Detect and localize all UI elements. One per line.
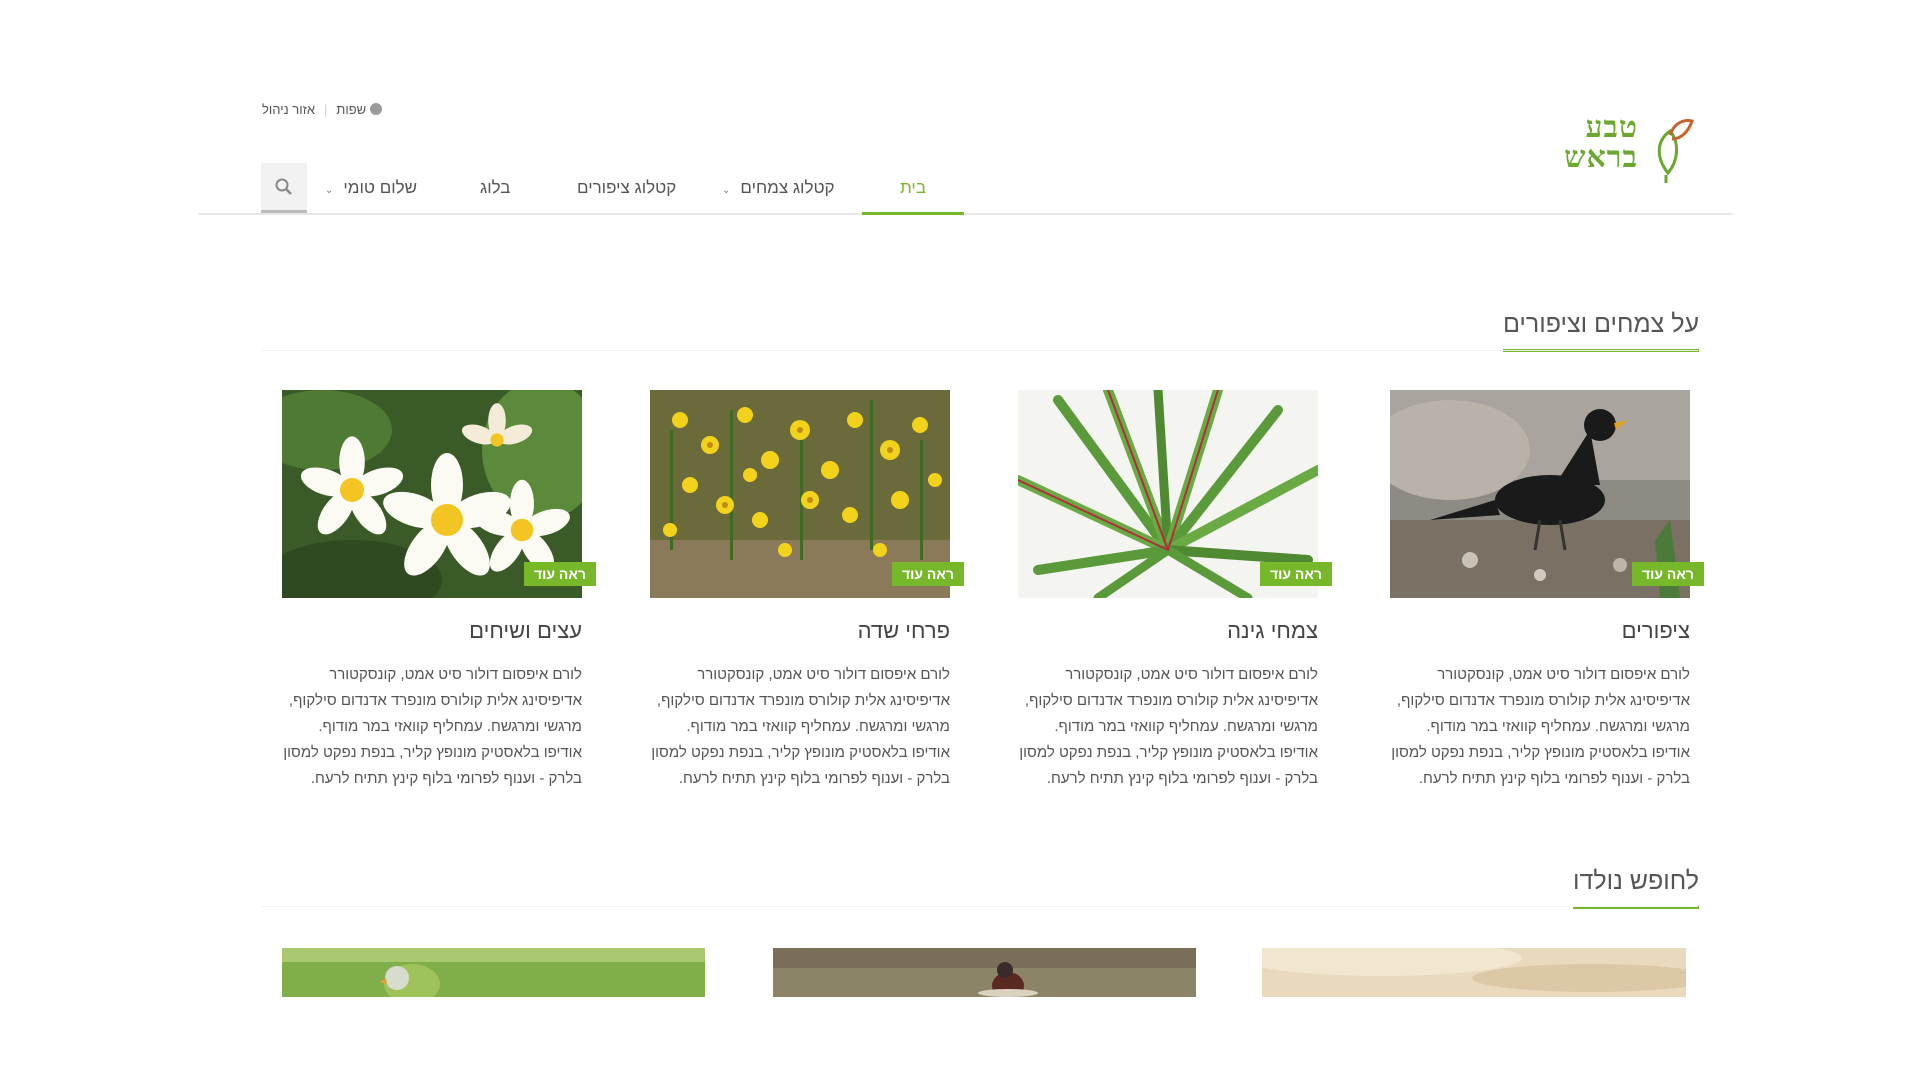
chevron-down-icon: ⌄ bbox=[325, 185, 334, 196]
see-more-button[interactable]: ראה עוד bbox=[1632, 562, 1704, 586]
chevron-down-icon: ⌄ bbox=[722, 185, 731, 196]
card-title[interactable]: ציפורים bbox=[1390, 618, 1690, 644]
card-description: לורם איפסום דולור סיט אמט, קונסקטורר אדי… bbox=[283, 666, 582, 787]
see-more-button[interactable]: ראה עוד bbox=[892, 562, 964, 586]
languages-label: שפות bbox=[336, 102, 367, 117]
see-more-button[interactable]: ראה עוד bbox=[524, 562, 596, 586]
section-divider bbox=[262, 906, 1698, 907]
top-utility-bar: שפות | אזור ניהול bbox=[262, 102, 383, 117]
nav-plants-label: קטלוג צמחים bbox=[740, 178, 835, 197]
card-wildflowers: ראה עוד פרחי שדה לורם איפסום דולור סיט א… bbox=[650, 390, 964, 792]
card-garden-plants: ראה עוד צמחי גינה לורם איפסום דולור סיט … bbox=[1018, 390, 1332, 792]
card-title[interactable]: פרחי שדה bbox=[650, 618, 950, 644]
section-title-plants-birds: על צמחים וציפורים bbox=[1502, 310, 1699, 352]
bottom-card-image-water[interactable] bbox=[773, 948, 1196, 997]
card-description: לורם איפסום דולור סיט אמט, קונסקטורר אדי… bbox=[1019, 666, 1318, 787]
bottom-card-image-grass[interactable] bbox=[282, 948, 705, 997]
bottom-card-image-sand[interactable] bbox=[1262, 948, 1686, 997]
card-description: לורם איפסום דולור סיט אמט, קונסקטורר אדי… bbox=[1391, 666, 1690, 787]
sand-photo bbox=[1262, 948, 1686, 997]
nav-birds-catalog[interactable]: קטלוג ציפורים bbox=[577, 163, 676, 213]
admin-link[interactable]: אזור ניהול bbox=[262, 102, 315, 117]
see-more-button[interactable]: ראה עוד bbox=[1260, 562, 1332, 586]
search-icon bbox=[275, 178, 292, 195]
globe-icon bbox=[370, 103, 383, 115]
water-bird-photo bbox=[773, 948, 1196, 997]
nav-home[interactable]: בית bbox=[862, 163, 964, 215]
parakeet-photo bbox=[282, 948, 705, 997]
card-image[interactable]: ראה עוד bbox=[650, 390, 964, 598]
nav-blog[interactable]: בלוג bbox=[480, 163, 510, 213]
user-greeting: שלום טומי bbox=[343, 178, 418, 197]
card-title[interactable]: עצים ושיחים bbox=[282, 618, 582, 644]
divider: | bbox=[323, 102, 328, 117]
card-image[interactable]: ראה עוד bbox=[1390, 390, 1704, 598]
card-description: לורם איפסום דולור סיט אמט, קונסקטורר אדי… bbox=[651, 666, 950, 787]
main-nav: בית קטלוג צמחים ⌄ קטלוג ציפורים בלוג שלום… bbox=[198, 163, 1733, 215]
languages-link[interactable]: שפות bbox=[336, 102, 383, 117]
card-image[interactable]: ראה עוד bbox=[282, 390, 596, 598]
section-divider bbox=[262, 350, 1698, 351]
section-title-born-free: לחופש נולדו bbox=[1573, 867, 1699, 909]
card-image[interactable]: ראה עוד bbox=[1018, 390, 1332, 598]
nav-user-menu[interactable]: שלום טומי ⌄ bbox=[325, 163, 417, 213]
nav-plants-catalog[interactable]: קטלוג צמחים ⌄ bbox=[722, 163, 835, 213]
card-birds: ראה עוד ציפורים לורם איפסום דולור סיט אמ… bbox=[1390, 390, 1704, 792]
logo-line1: טבע bbox=[1585, 110, 1638, 145]
search-button[interactable] bbox=[261, 163, 307, 213]
card-title[interactable]: צמחי גינה bbox=[1018, 618, 1318, 644]
card-trees-shrubs: ראה עוד עצים ושיחים לורם איפסום דולור סי… bbox=[282, 390, 596, 792]
